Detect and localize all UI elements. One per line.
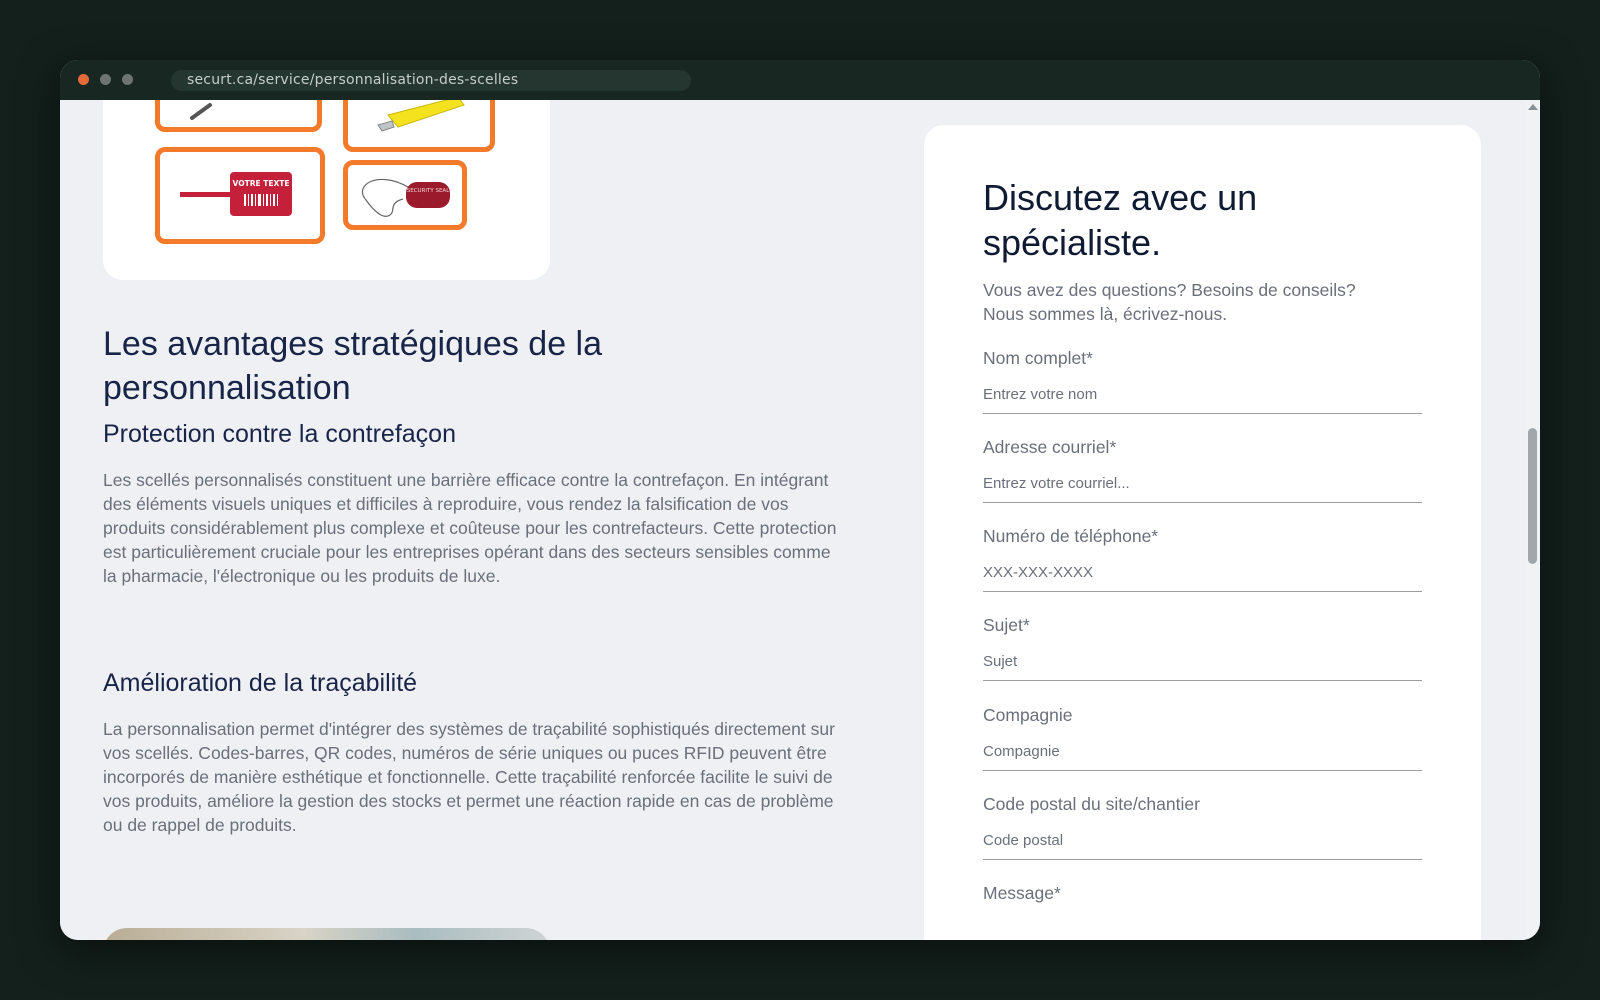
seal-cable-text: SECURITY SEAL (407, 188, 450, 194)
red-tag-seal-icon: VOTRE TEXTE (180, 172, 292, 216)
close-window-button[interactable] (78, 74, 89, 85)
email-input[interactable] (983, 465, 1422, 503)
content-image (103, 928, 550, 940)
scrollbar-thumb[interactable] (1528, 428, 1537, 564)
scroll-up-arrow-icon[interactable] (1528, 104, 1538, 110)
email-field: Adresse courriel* (983, 437, 1422, 503)
company-label: Compagnie (983, 705, 1073, 725)
metal-seal-icon (190, 103, 212, 120)
contact-form-card: Discutez avec un spécialiste. Vous avez … (924, 125, 1481, 940)
section-title-traceability: Amélioration de la traçabilité (103, 669, 418, 697)
subject-field: Sujet* (983, 615, 1422, 681)
phone-label: Numéro de téléphone* (983, 526, 1159, 546)
seal-tile (155, 100, 322, 132)
message-field: Message* (983, 883, 1422, 940)
phone-input[interactable] (983, 554, 1422, 592)
seal-tile (343, 100, 495, 152)
vertical-scrollbar[interactable] (1525, 100, 1540, 940)
name-input[interactable] (983, 376, 1422, 414)
section-text-traceability: La personnalisation permet d'intégrer de… (103, 719, 835, 835)
seal-tile: SECURITY SEAL (343, 160, 467, 230)
page-viewport: VOTRE TEXTE SECURITY SEAL Les avantages … (60, 100, 1525, 940)
subject-label: Sujet* (983, 615, 1030, 635)
section-text-counterfeit: Les scellés personnalisés constituent un… (103, 470, 837, 586)
maximize-window-button[interactable] (122, 74, 133, 85)
browser-window: securt.ca/service/personnalisation-des-s… (60, 60, 1540, 940)
cable-seal-icon: SECURITY SEAL (361, 178, 450, 217)
form-subtitle: Vous avez des questions? Besoins de cons… (983, 280, 1356, 324)
email-label: Adresse courriel* (983, 437, 1117, 457)
name-field: Nom complet* (983, 348, 1422, 414)
postal-code-input[interactable] (983, 822, 1422, 860)
postal-code-label: Code postal du site/chantier (983, 794, 1200, 814)
section-heading: Les avantages stratégiques de la personn… (103, 325, 603, 407)
address-bar[interactable]: securt.ca/service/personnalisation-des-s… (171, 70, 691, 91)
company-field: Compagnie (983, 705, 1422, 771)
message-label: Message* (983, 883, 1061, 903)
seal-tag-text: VOTRE TEXTE (233, 179, 290, 188)
postal-code-field: Code postal du site/chantier (983, 794, 1422, 860)
yellow-bolt-seal-icon (377, 100, 465, 132)
browser-titlebar: securt.ca/service/personnalisation-des-s… (60, 60, 1540, 100)
seals-product-image: VOTRE TEXTE SECURITY SEAL (103, 100, 550, 280)
subject-input[interactable] (983, 643, 1422, 681)
form-title: Discutez avec un spécialiste. (983, 177, 1258, 263)
section-title-counterfeit: Protection contre la contrefaçon (103, 420, 456, 448)
name-label: Nom complet* (983, 348, 1093, 368)
company-input[interactable] (983, 733, 1422, 771)
seal-tile: VOTRE TEXTE (155, 147, 325, 244)
phone-field: Numéro de téléphone* (983, 526, 1422, 592)
minimize-window-button[interactable] (100, 74, 111, 85)
